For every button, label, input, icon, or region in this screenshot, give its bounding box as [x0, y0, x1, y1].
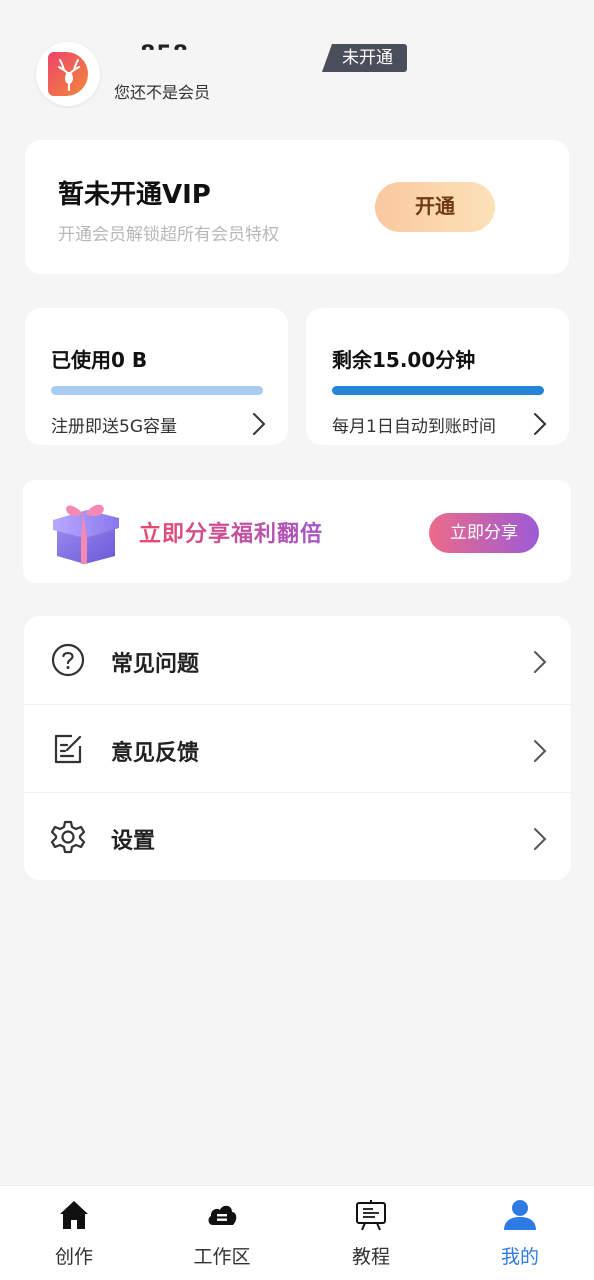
gift-box-icon — [53, 504, 119, 564]
username: ···858 — [112, 42, 189, 62]
chevron-right-icon — [534, 651, 547, 673]
chevron-right-icon — [534, 740, 547, 762]
settings-gear-icon — [50, 820, 86, 854]
home-icon — [60, 1201, 88, 1229]
time-remaining-title: 剩余15.00分钟 — [332, 348, 476, 372]
share-now-button[interactable]: 立即分享 — [429, 513, 539, 553]
cloud-icon — [208, 1205, 237, 1225]
menu-label-settings: 设置 — [111, 829, 156, 854]
vip-title: 暂未开通VIP — [58, 180, 211, 210]
storage-footer-text: 注册即送5G容量 — [51, 417, 177, 437]
vip-status-badge: 未开通 — [322, 44, 407, 72]
bottom-navigation: 创作 工作区 教程 我的 — [0, 1185, 594, 1280]
menu-label-faq: 常见问题 — [111, 652, 200, 677]
help-circle-icon — [51, 643, 85, 677]
feedback-edit-icon — [54, 734, 82, 764]
member-status-text: 您还不是会员 — [114, 84, 211, 102]
presentation-board-icon — [356, 1200, 386, 1231]
menu-label-feedback: 意见反馈 — [111, 741, 200, 766]
open-vip-button[interactable]: 开通 — [375, 182, 495, 232]
nav-label-mine: 我的 — [500, 1246, 539, 1268]
chevron-right-icon — [534, 828, 547, 850]
menu-item-feedback[interactable]: 意见反馈 — [24, 704, 571, 792]
storage-progress-bar — [51, 386, 263, 395]
vip-description: 开通会员解锁超所有会员特权 — [58, 225, 279, 245]
nav-label-tutorial: 教程 — [351, 1246, 390, 1268]
share-banner[interactable]: 立即分享福利翻倍 立即分享 — [23, 480, 571, 583]
nav-item-tutorial[interactable]: 教程 — [297, 1186, 445, 1280]
menu-item-faq[interactable]: 常见问题 — [24, 616, 571, 704]
time-progress-bar — [332, 386, 544, 395]
storage-used-title: 已使用0 B — [51, 348, 148, 372]
storage-usage-card[interactable]: 已使用0 B 注册即送5G容量 — [25, 308, 288, 445]
menu-item-settings[interactable]: 设置 — [24, 792, 571, 880]
profile-header: ···858 您还不是会员 未开通 — [0, 0, 594, 130]
vip-card: 暂未开通VIP 开通会员解锁超所有会员特权 开通 — [25, 140, 569, 274]
nav-item-workspace[interactable]: 工作区 — [148, 1186, 296, 1280]
nav-item-create[interactable]: 创作 — [0, 1186, 148, 1280]
deer-logo-icon — [48, 52, 88, 96]
time-footer-text: 每月1日自动到账时间 — [332, 417, 496, 437]
chevron-right-icon — [253, 413, 266, 435]
nav-item-mine[interactable]: 我的 — [446, 1186, 594, 1280]
settings-menu: 常见问题 意见反馈 设置 — [24, 616, 571, 880]
chevron-right-icon — [534, 413, 547, 435]
nav-label-workspace: 工作区 — [193, 1246, 251, 1268]
nav-label-create: 创作 — [54, 1246, 93, 1268]
avatar[interactable] — [36, 42, 100, 106]
time-remaining-card[interactable]: 剩余15.00分钟 每月1日自动到账时间 — [306, 308, 569, 445]
user-icon — [504, 1200, 536, 1230]
share-promo-text: 立即分享福利翻倍 — [139, 516, 323, 548]
